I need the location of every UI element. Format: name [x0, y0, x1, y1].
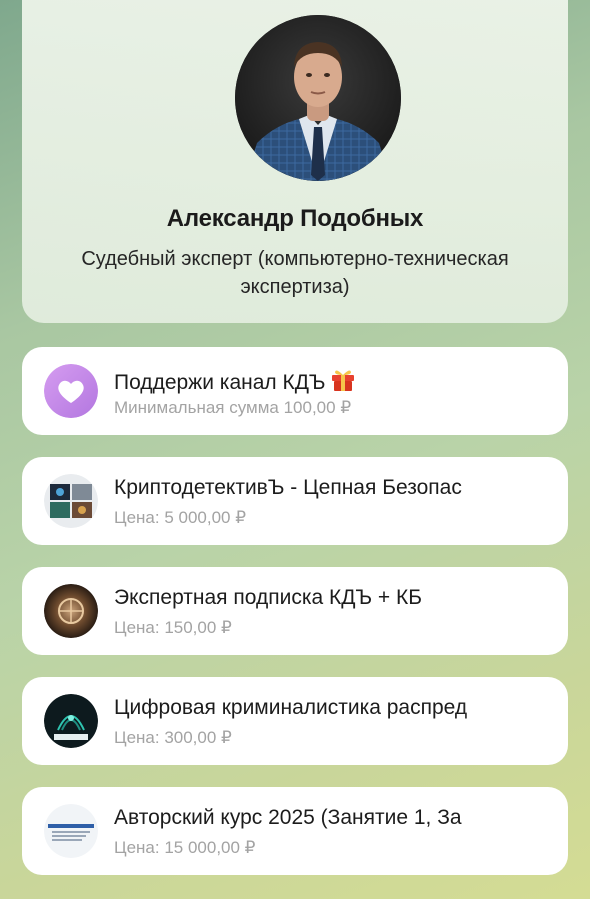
- profile-name: Александр Подобных: [166, 205, 424, 232]
- profile-title: Судебный эксперт (компьютерно-техническа…: [81, 248, 509, 298]
- item-subtitle: Цена: 15 000,00 ₽: [114, 838, 256, 857]
- product-thumbnail-crypto: [44, 474, 98, 528]
- item-title: Экспертная подписка КДЪ + КБ: [114, 586, 423, 609]
- heart-icon: [44, 364, 98, 418]
- item-title: Авторский курс 2025 (Занятие 1, За: [114, 806, 462, 829]
- item-title: Цифровая криминалистика распред: [114, 696, 468, 719]
- item-subtitle: Минимальная сумма 100,00 ₽: [114, 398, 352, 417]
- gift-icon: [330, 366, 356, 398]
- product-thumbnail-forensics: [44, 694, 98, 748]
- list-item-product[interactable]: Цифровая криминалистика распред Цена: 30…: [22, 677, 568, 765]
- avatar: [235, 15, 401, 181]
- item-title: КриптодетективЪ - Цепная Безопас: [114, 476, 462, 499]
- product-thumbnail-course: [44, 804, 98, 858]
- product-thumbnail-subscription: [44, 584, 98, 638]
- item-subtitle: Цена: 300,00 ₽: [114, 728, 232, 747]
- list-item-product[interactable]: КриптодетективЪ - Цепная Безопас Цена: 5…: [22, 457, 568, 545]
- list-item-product[interactable]: Авторский курс 2025 (Занятие 1, За Цена:…: [22, 787, 568, 875]
- item-title: Поддержи канал КДЪ: [114, 366, 510, 398]
- item-subtitle: Цена: 5 000,00 ₽: [114, 508, 247, 527]
- item-subtitle: Цена: 150,00 ₽: [114, 618, 232, 637]
- product-list: Поддержи канал КДЪ Минимальная сумма 100…: [22, 347, 568, 897]
- list-item-product[interactable]: Экспертная подписка КДЪ + КБ Цена: 150,0…: [22, 567, 568, 655]
- profile-card: Александр Подобных Судебный эксперт (ком…: [22, 0, 568, 323]
- list-item-support[interactable]: Поддержи канал КДЪ Минимальная сумма 100…: [22, 347, 568, 435]
